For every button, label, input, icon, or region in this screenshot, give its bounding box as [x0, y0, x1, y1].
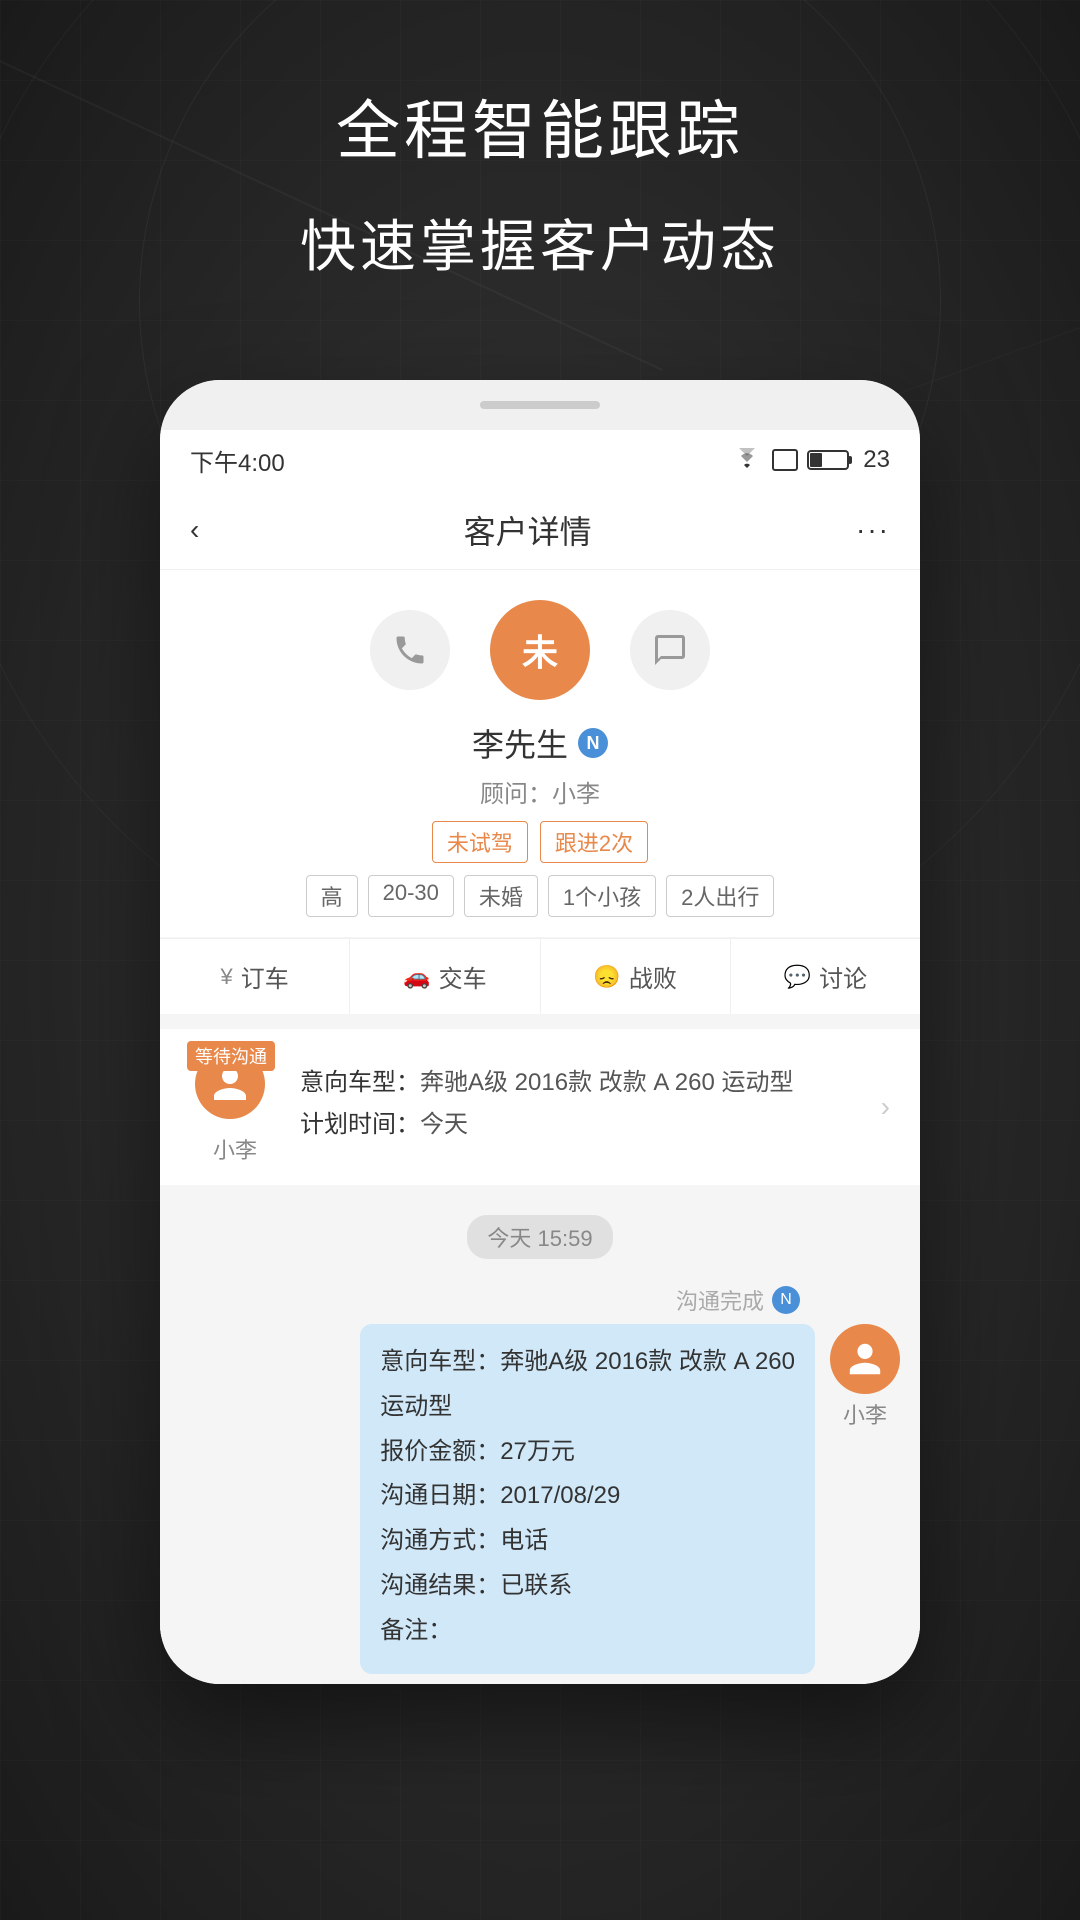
message-sender-name: 小李 — [843, 1398, 887, 1430]
title-line2: 快速掌握客户动态 — [0, 202, 1080, 283]
more-button[interactable]: ··· — [856, 514, 890, 546]
deliver-car-label: 交车 — [439, 959, 487, 994]
completed-text: 沟通完成 — [676, 1284, 764, 1316]
order-car-label: 订车 — [241, 959, 289, 994]
title-line1: 全程智能跟踪 — [0, 80, 1080, 172]
msg-line-3: 报价金额：27万元 — [380, 1432, 795, 1473]
chat-icon: 💬 — [784, 964, 811, 990]
back-button[interactable]: ‹ — [190, 514, 199, 546]
status-bar: 下午4:00 23 — [160, 430, 920, 490]
message-row: 意向车型：奔驰A级 2016款 改款 A 260 运动型 报价金额：27万元 沟… — [180, 1324, 900, 1674]
msg-line-4: 沟通日期：2017/08/29 — [380, 1476, 795, 1517]
customer-avatar: 未 — [490, 600, 590, 700]
completed-badge: 沟通完成 N — [180, 1284, 900, 1316]
discuss-button[interactable]: 💬 讨论 — [731, 939, 920, 1014]
follow-card: 等待沟通 小李 意向车型：奔驰A级 2016款 改款 A 260 运动型 — [160, 1029, 920, 1185]
time-bubble: 今天 15:59 — [467, 1215, 612, 1259]
msg-line-6: 沟通结果：已联系 — [380, 1566, 795, 1607]
intent-label: 意向车型： — [300, 1069, 420, 1096]
header-section: 全程智能跟踪 快速掌握客户动态 — [0, 80, 1080, 283]
yuan-icon: ¥ — [221, 964, 233, 990]
phone-top-bar — [160, 380, 920, 430]
message-avatar — [830, 1324, 900, 1394]
message-sender-col: 小李 — [830, 1324, 900, 1430]
phone-mockup: 下午4:00 23 ‹ 客户详情 ··· — [160, 380, 920, 1684]
action-bar: ¥ 订车 🚗 交车 😞 战败 💬 讨论 — [160, 938, 920, 1014]
msg-line-2: 运动型 — [380, 1387, 795, 1428]
tags-row: 未试驾 跟进2次 — [432, 821, 648, 863]
sad-icon: 😞 — [593, 964, 620, 990]
defeat-button[interactable]: 😞 战败 — [541, 939, 731, 1014]
info-tag-marital: 未婚 — [464, 875, 538, 917]
call-button[interactable] — [370, 610, 450, 690]
follow-avatar-name: 小李 — [213, 1133, 257, 1165]
plan-label: 计划时间： — [300, 1111, 420, 1138]
msg-line-1: 意向车型：奔驰A级 2016款 改款 A 260 — [380, 1342, 795, 1383]
discuss-label: 讨论 — [819, 959, 867, 994]
follow-intent: 意向车型：奔驰A级 2016款 改款 A 260 运动型 — [300, 1065, 861, 1101]
follow-plan: 计划时间：今天 — [300, 1107, 861, 1143]
info-tags-row: 高 20-30 未婚 1个小孩 2人出行 — [306, 875, 775, 917]
deliver-car-button[interactable]: 🚗 交车 — [350, 939, 540, 1014]
page-title: 客户详情 — [464, 507, 592, 553]
follow-content: 意向车型：奔驰A级 2016款 改款 A 260 运动型 计划时间：今天 — [300, 1065, 861, 1149]
battery-icon — [807, 448, 855, 472]
follow-status-badge: 等待沟通 — [187, 1041, 275, 1071]
phone-speaker — [480, 401, 600, 409]
time-divider: 今天 15:59 — [160, 1200, 920, 1274]
follow-avatar-wrap: 等待沟通 — [195, 1049, 275, 1129]
customer-name-row: 李先生 N — [472, 720, 608, 766]
advisor-text: 顾问：小李 — [480, 774, 600, 809]
message-button[interactable] — [630, 610, 710, 690]
new-badge: N — [578, 728, 608, 758]
follow-card-inner: 等待沟通 小李 意向车型：奔驰A级 2016款 改款 A 260 运动型 — [160, 1029, 920, 1185]
follow-arrow-icon[interactable]: › — [881, 1091, 890, 1123]
tag-followup-count: 跟进2次 — [540, 821, 648, 863]
info-tag-children: 1个小孩 — [548, 875, 656, 917]
info-tag-level: 高 — [306, 875, 358, 917]
msg-line-5: 沟通方式：电话 — [380, 1521, 795, 1562]
sim-icon — [771, 448, 799, 472]
battery-number: 23 — [863, 446, 890, 474]
customer-name: 李先生 — [472, 720, 568, 766]
car-icon: 🚗 — [403, 964, 430, 990]
n-badge: N — [772, 1286, 800, 1314]
wifi-icon — [731, 448, 763, 472]
app-header: ‹ 客户详情 ··· — [160, 490, 920, 570]
profile-actions: 未 — [370, 600, 710, 700]
defeat-label: 战败 — [629, 959, 677, 994]
content-area: 未 李先生 N 顾问：小李 未试驾 跟进2次 高 20-3 — [160, 570, 920, 1684]
phone-icon — [392, 632, 428, 668]
customer-profile: 未 李先生 N 顾问：小李 未试驾 跟进2次 高 20-3 — [160, 570, 920, 937]
message-person-icon — [846, 1340, 884, 1378]
message-bubble: 意向车型：奔驰A级 2016款 改款 A 260 运动型 报价金额：27万元 沟… — [360, 1324, 815, 1674]
message-icon — [652, 632, 688, 668]
info-tag-age: 20-30 — [368, 875, 454, 917]
message-section: 沟通完成 N 意向车型：奔驰A级 2016款 改款 A 260 运动型 报价金额… — [160, 1274, 920, 1684]
order-car-button[interactable]: ¥ 订车 — [160, 939, 350, 1014]
status-right: 23 — [731, 446, 890, 474]
info-tag-travel: 2人出行 — [666, 875, 774, 917]
tag-no-test-drive: 未试驾 — [432, 821, 528, 863]
msg-line-7: 备注： — [380, 1611, 795, 1652]
status-time: 下午4:00 — [190, 443, 285, 478]
